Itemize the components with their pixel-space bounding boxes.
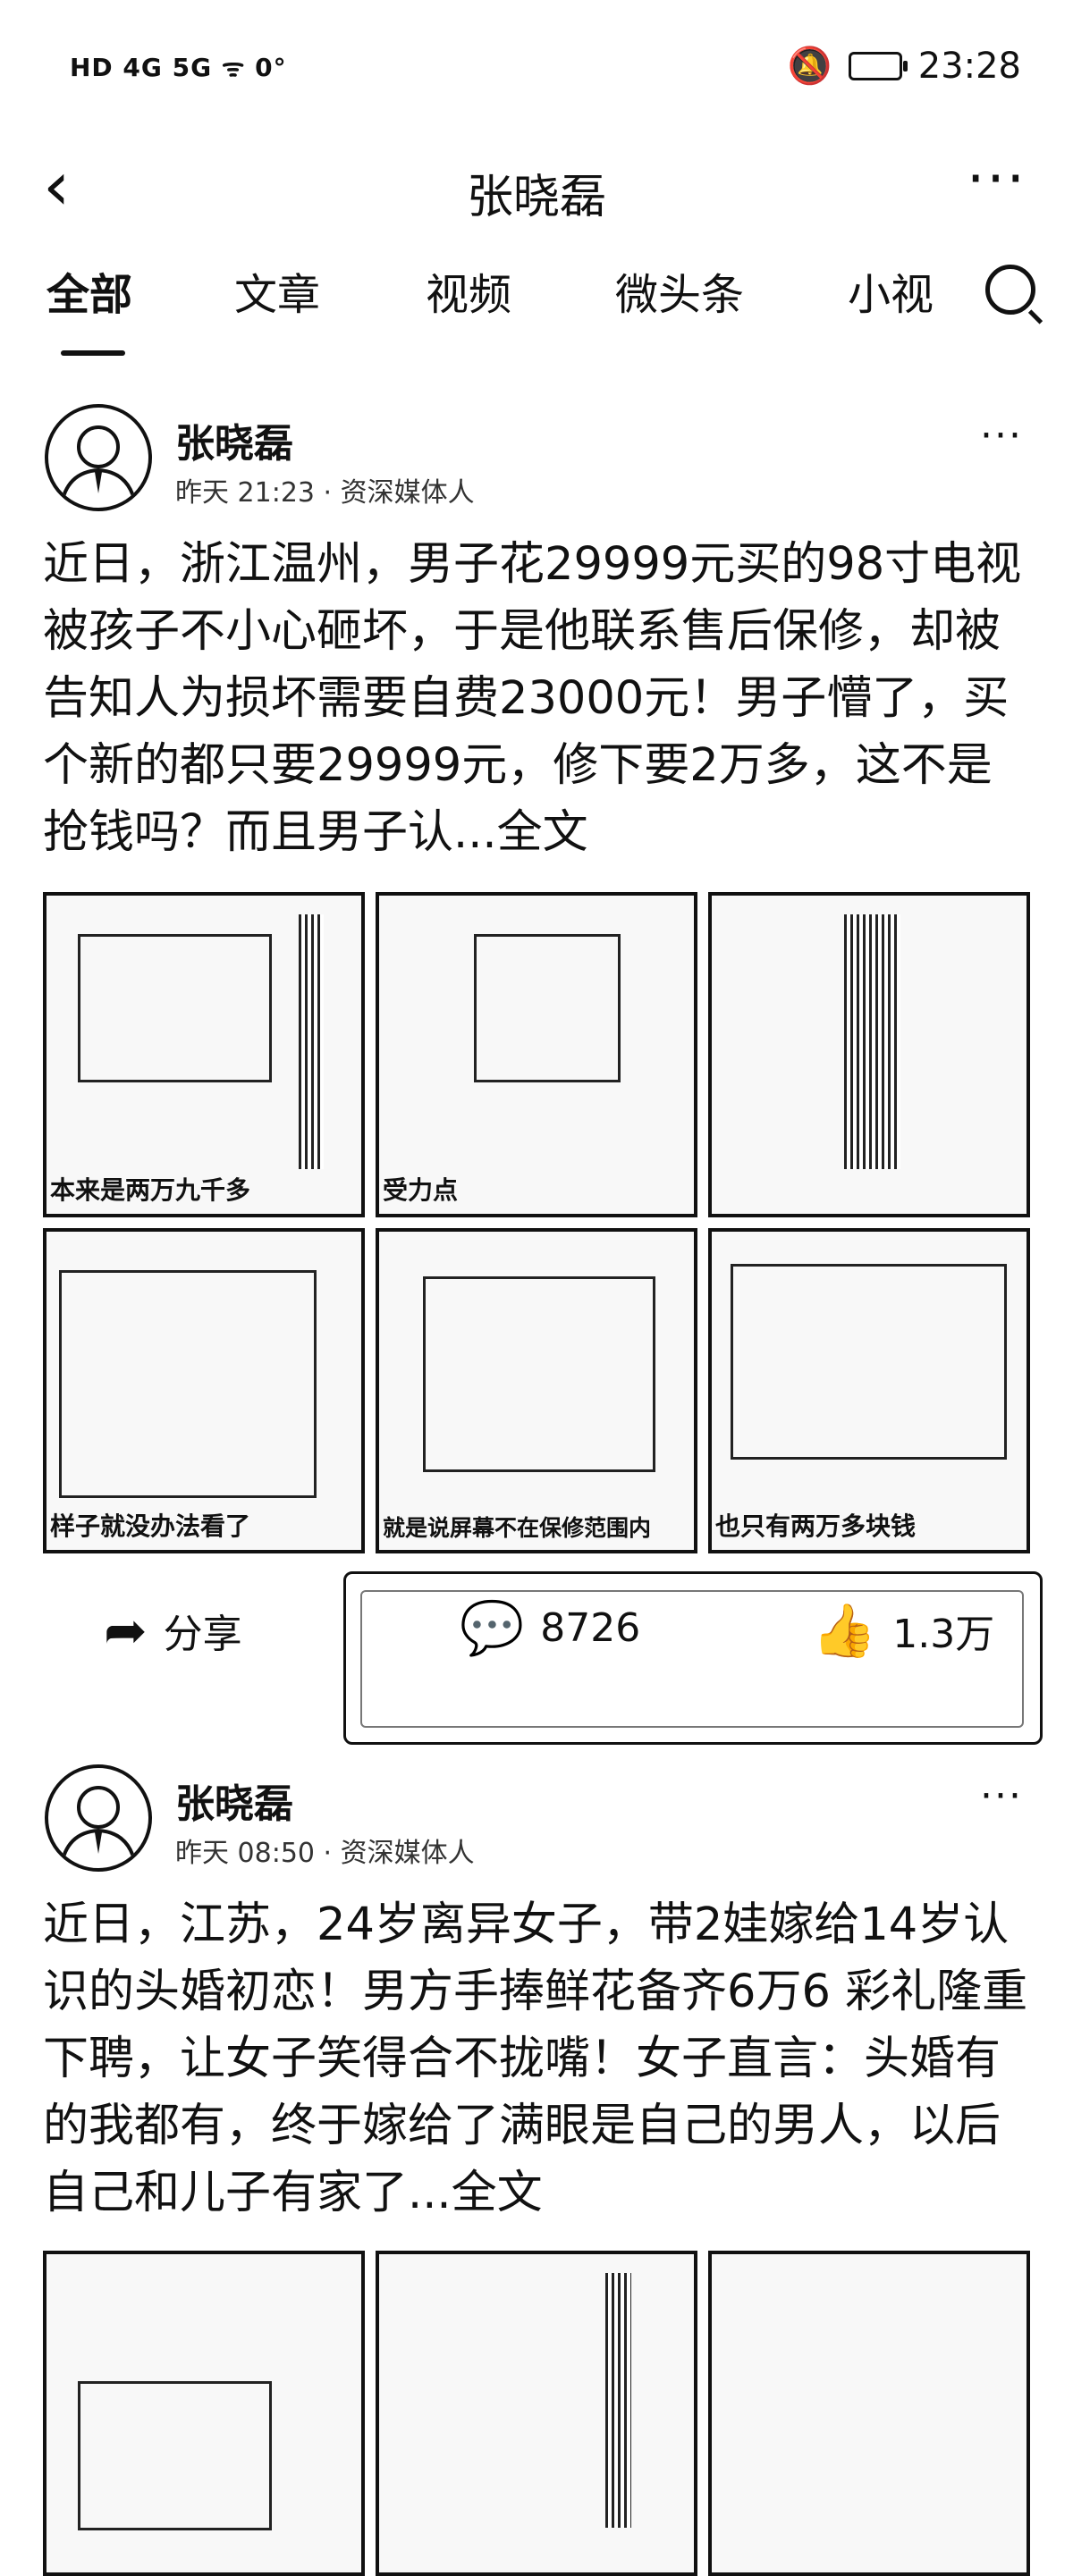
- image-grid: 本来是两万九千多 受力点 样子就没办法看了 就是说屏幕不在保修范围内 也只有两万…: [43, 892, 1030, 1553]
- image-caption: 就是说屏幕不在保修范围内: [383, 1515, 652, 1541]
- image-thumbnail[interactable]: [376, 2251, 697, 2576]
- share-icon: ➦: [104, 1600, 148, 1661]
- tab-small-videos[interactable]: 小视: [848, 259, 955, 322]
- status-time: 23:28: [917, 45, 1021, 87]
- share-label: 分享: [163, 1612, 242, 1657]
- tab-bar: 全部 文章 视频 微头条 小视: [0, 259, 1073, 366]
- image-thumbnail[interactable]: 本来是两万九千多: [43, 892, 365, 1217]
- active-tab-indicator: [61, 350, 125, 356]
- image-caption: 受力点: [383, 1175, 459, 1205]
- status-right: 🔕 23:28: [787, 45, 1021, 88]
- image-thumbnail[interactable]: [708, 892, 1030, 1217]
- battery-icon: [848, 51, 908, 80]
- image-caption: 样子就没办法看了: [50, 1511, 251, 1541]
- comment-count: 8726: [540, 1604, 641, 1651]
- tab-articles[interactable]: 文章: [234, 259, 320, 322]
- image-thumbnail[interactable]: 样子就没办法看了: [43, 1228, 365, 1553]
- post-actions: ➦ 分享 💬 8726 👍 1.3万: [0, 1571, 1073, 1761]
- comment-button[interactable]: 💬 8726: [460, 1602, 640, 1654]
- avatar[interactable]: [45, 404, 152, 511]
- mute-bell-icon: 🔕: [787, 46, 832, 87]
- tab-all[interactable]: 全部: [46, 259, 132, 322]
- top-nav: ‹ 张晓磊 ···: [0, 134, 1073, 250]
- search-icon[interactable]: [985, 265, 1035, 315]
- author-name[interactable]: 张晓磊: [175, 1772, 293, 1829]
- post-meta: 昨天 21:23 · 资深媒体人: [175, 477, 475, 509]
- post-text[interactable]: 近日，江苏，24岁离异女子，带2娃嫁给14岁认识的头婚初恋！男方手捧鲜花备齐6万…: [43, 1891, 1037, 2227]
- image-thumbnail[interactable]: 就是说屏幕不在保修范围内: [376, 1228, 697, 1553]
- status-bar: HD 4G 5G ᯤ 0° 🔕 23:28: [0, 0, 1073, 134]
- page-title: 张晓磊: [466, 171, 606, 224]
- comment-icon: 💬: [460, 1597, 525, 1658]
- thumbs-up-icon: 👍: [812, 1600, 877, 1661]
- post-meta: 昨天 08:50 · 资深媒体人: [175, 1838, 475, 1869]
- tab-micro-posts[interactable]: 微头条: [615, 259, 744, 322]
- more-options-icon[interactable]: ···: [967, 147, 1027, 213]
- image-thumbnail[interactable]: 也只有两万多块钱: [708, 1228, 1030, 1553]
- image-thumbnail[interactable]: 受力点: [376, 892, 697, 1217]
- image-thumbnail[interactable]: [43, 2251, 365, 2576]
- post-text[interactable]: 近日，浙江温州，男子花29999元买的98寸电视被孩子不小心砸坏，于是他联系售后…: [43, 531, 1037, 866]
- status-signal-info: HD 4G 5G ᯤ 0°: [70, 53, 287, 82]
- avatar[interactable]: [45, 1764, 152, 1872]
- post-more-icon[interactable]: ···: [980, 1773, 1023, 1819]
- tab-videos[interactable]: 视频: [426, 259, 511, 322]
- like-button[interactable]: 👍 1.3万: [812, 1602, 994, 1659]
- image-caption: 也只有两万多块钱: [715, 1511, 917, 1541]
- share-button[interactable]: ➦ 分享: [104, 1602, 242, 1659]
- author-name[interactable]: 张晓磊: [175, 411, 293, 468]
- image-grid: [43, 2251, 1030, 2576]
- image-thumbnail[interactable]: [708, 2251, 1030, 2576]
- image-caption: 本来是两万九千多: [50, 1175, 251, 1205]
- post-more-icon[interactable]: ···: [980, 413, 1023, 459]
- like-count: 1.3万: [892, 1612, 995, 1657]
